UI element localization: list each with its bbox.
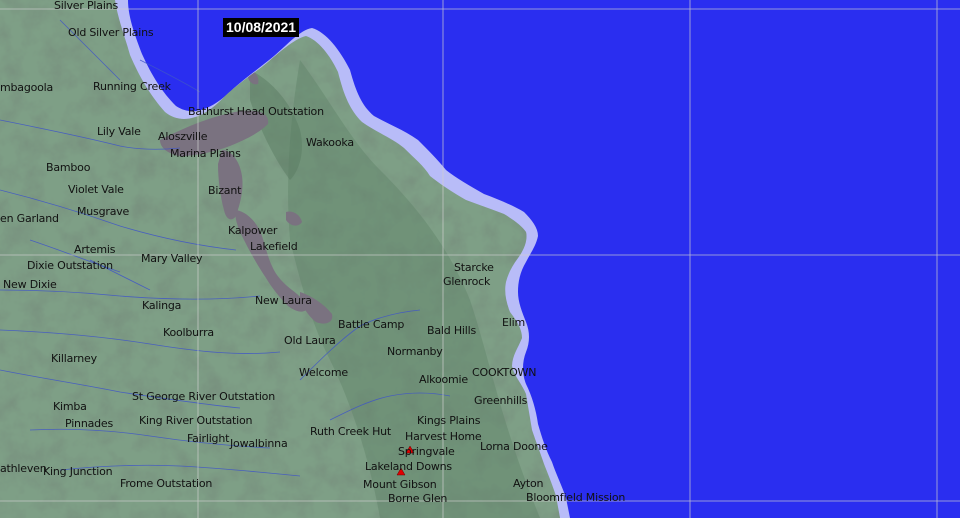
place-label: Harvest Home — [405, 430, 482, 443]
place-label: Lakeland Downs — [365, 460, 452, 473]
place-label: Violet Vale — [68, 183, 124, 196]
place-label: St George River Outstation — [132, 390, 275, 403]
place-label: Killarney — [51, 352, 97, 365]
place-label: New Dixie — [3, 278, 57, 291]
place-label: Welcome — [299, 366, 348, 379]
place-label: Artemis — [74, 243, 116, 256]
place-label: Mary Valley — [141, 252, 203, 265]
place-label: Wakooka — [306, 136, 354, 149]
place-label: Glenrock — [443, 275, 491, 288]
place-label: COOKTOWN — [472, 366, 537, 379]
place-label: Bloomfield Mission — [526, 491, 626, 504]
place-label: Elim — [502, 316, 525, 329]
place-label: New Laura — [255, 294, 312, 307]
place-label: Fairlight — [187, 432, 230, 445]
place-label: Kalpower — [228, 224, 278, 237]
place-label: Ruth Creek Hut — [310, 425, 392, 438]
place-label: King Junction — [43, 465, 113, 478]
place-label: Aloszville — [158, 130, 208, 143]
place-label: Jowalbinna — [230, 437, 288, 450]
place-label: Koolburra — [163, 326, 214, 339]
place-label: Marina Plains — [170, 147, 241, 160]
place-label: mbagoola — [0, 81, 54, 94]
place-label: Lily Vale — [97, 125, 141, 138]
place-label: Kimba — [53, 400, 87, 413]
place-label: athleven — [0, 462, 47, 475]
place-label: Old Silver Plains — [68, 26, 154, 39]
place-label: Bathurst Head Outstation — [188, 105, 324, 118]
place-label: Running Creek — [93, 80, 171, 93]
place-label: Springvale — [398, 445, 455, 458]
place-label: Normanby — [387, 345, 443, 358]
place-label: Borne Glen — [388, 492, 448, 505]
place-label: Dixie Outstation — [27, 259, 113, 272]
place-label: en Garland — [0, 212, 59, 225]
place-label: Lorna Doone — [480, 440, 548, 453]
place-label: Old Laura — [284, 334, 336, 347]
place-label: Mount Gibson — [363, 478, 437, 491]
map-canvas[interactable]: 10/08/2021 Silver Plains Old Silver Plain… — [0, 0, 960, 518]
place-label: Ayton — [513, 477, 544, 490]
place-label: Bamboo — [46, 161, 91, 174]
place-label: Kalinga — [142, 299, 182, 312]
place-label: Greenhills — [474, 394, 528, 407]
place-label: Lakefield — [250, 240, 298, 253]
place-label: Battle Camp — [338, 318, 405, 331]
place-label: Alkoomie — [419, 373, 468, 386]
place-label: King River Outstation — [139, 414, 253, 427]
place-label: Musgrave — [77, 205, 130, 218]
place-label: Starcke — [454, 261, 494, 274]
place-label: Frome Outstation — [120, 477, 213, 490]
date-label: 10/08/2021 — [223, 18, 300, 37]
place-label: Pinnades — [65, 417, 114, 430]
place-label: Bizant — [208, 184, 242, 197]
place-label: Silver Plains — [54, 0, 118, 12]
place-label: Bald Hills — [427, 324, 476, 337]
place-label: Kings Plains — [417, 414, 481, 427]
